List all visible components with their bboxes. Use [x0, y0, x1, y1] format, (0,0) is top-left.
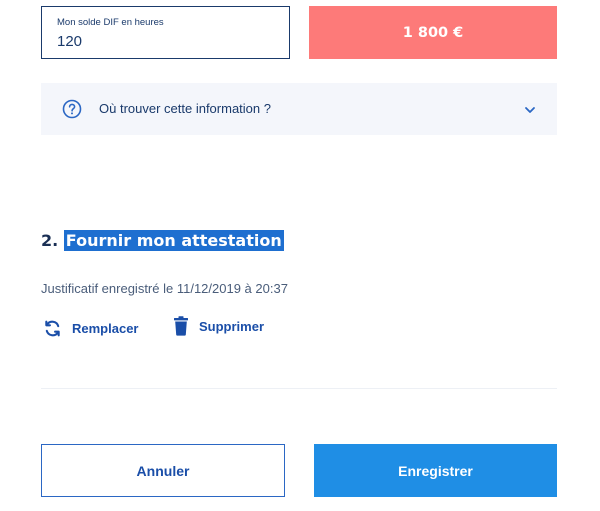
cancel-button[interactable]: Annuler	[41, 444, 285, 497]
info-accordion-label: Où trouver cette information ?	[99, 101, 271, 116]
question-circle-icon	[62, 99, 82, 119]
delete-label: Supprimer	[199, 318, 265, 334]
chevron-down-icon[interactable]	[523, 103, 537, 117]
dif-hours-input[interactable]	[57, 33, 257, 50]
page: Mon solde DIF en heures 1 800 € Où trouv…	[0, 0, 600, 511]
delete-button[interactable]: Supprimer	[173, 316, 264, 336]
dif-hours-field[interactable]: Mon solde DIF en heures	[41, 6, 290, 59]
divider	[41, 388, 557, 389]
info-accordion[interactable]: Où trouver cette information ?	[41, 83, 557, 135]
replace-button[interactable]: Remplacer	[43, 319, 138, 338]
section-title: Fournir mon attestation	[63, 230, 284, 251]
section-heading: 2. Fournir mon attestation	[41, 230, 284, 251]
refresh-icon	[45, 320, 60, 337]
amount-display: 1 800 €	[309, 6, 557, 59]
saved-status-text: Justificatif enregistré le 11/12/2019 à …	[41, 281, 288, 296]
replace-label: Remplacer	[72, 321, 139, 336]
dif-hours-label: Mon solde DIF en heures	[57, 17, 164, 28]
trash-icon	[174, 316, 188, 336]
section-number: 2.	[41, 231, 59, 250]
save-button[interactable]: Enregistrer	[314, 444, 557, 497]
